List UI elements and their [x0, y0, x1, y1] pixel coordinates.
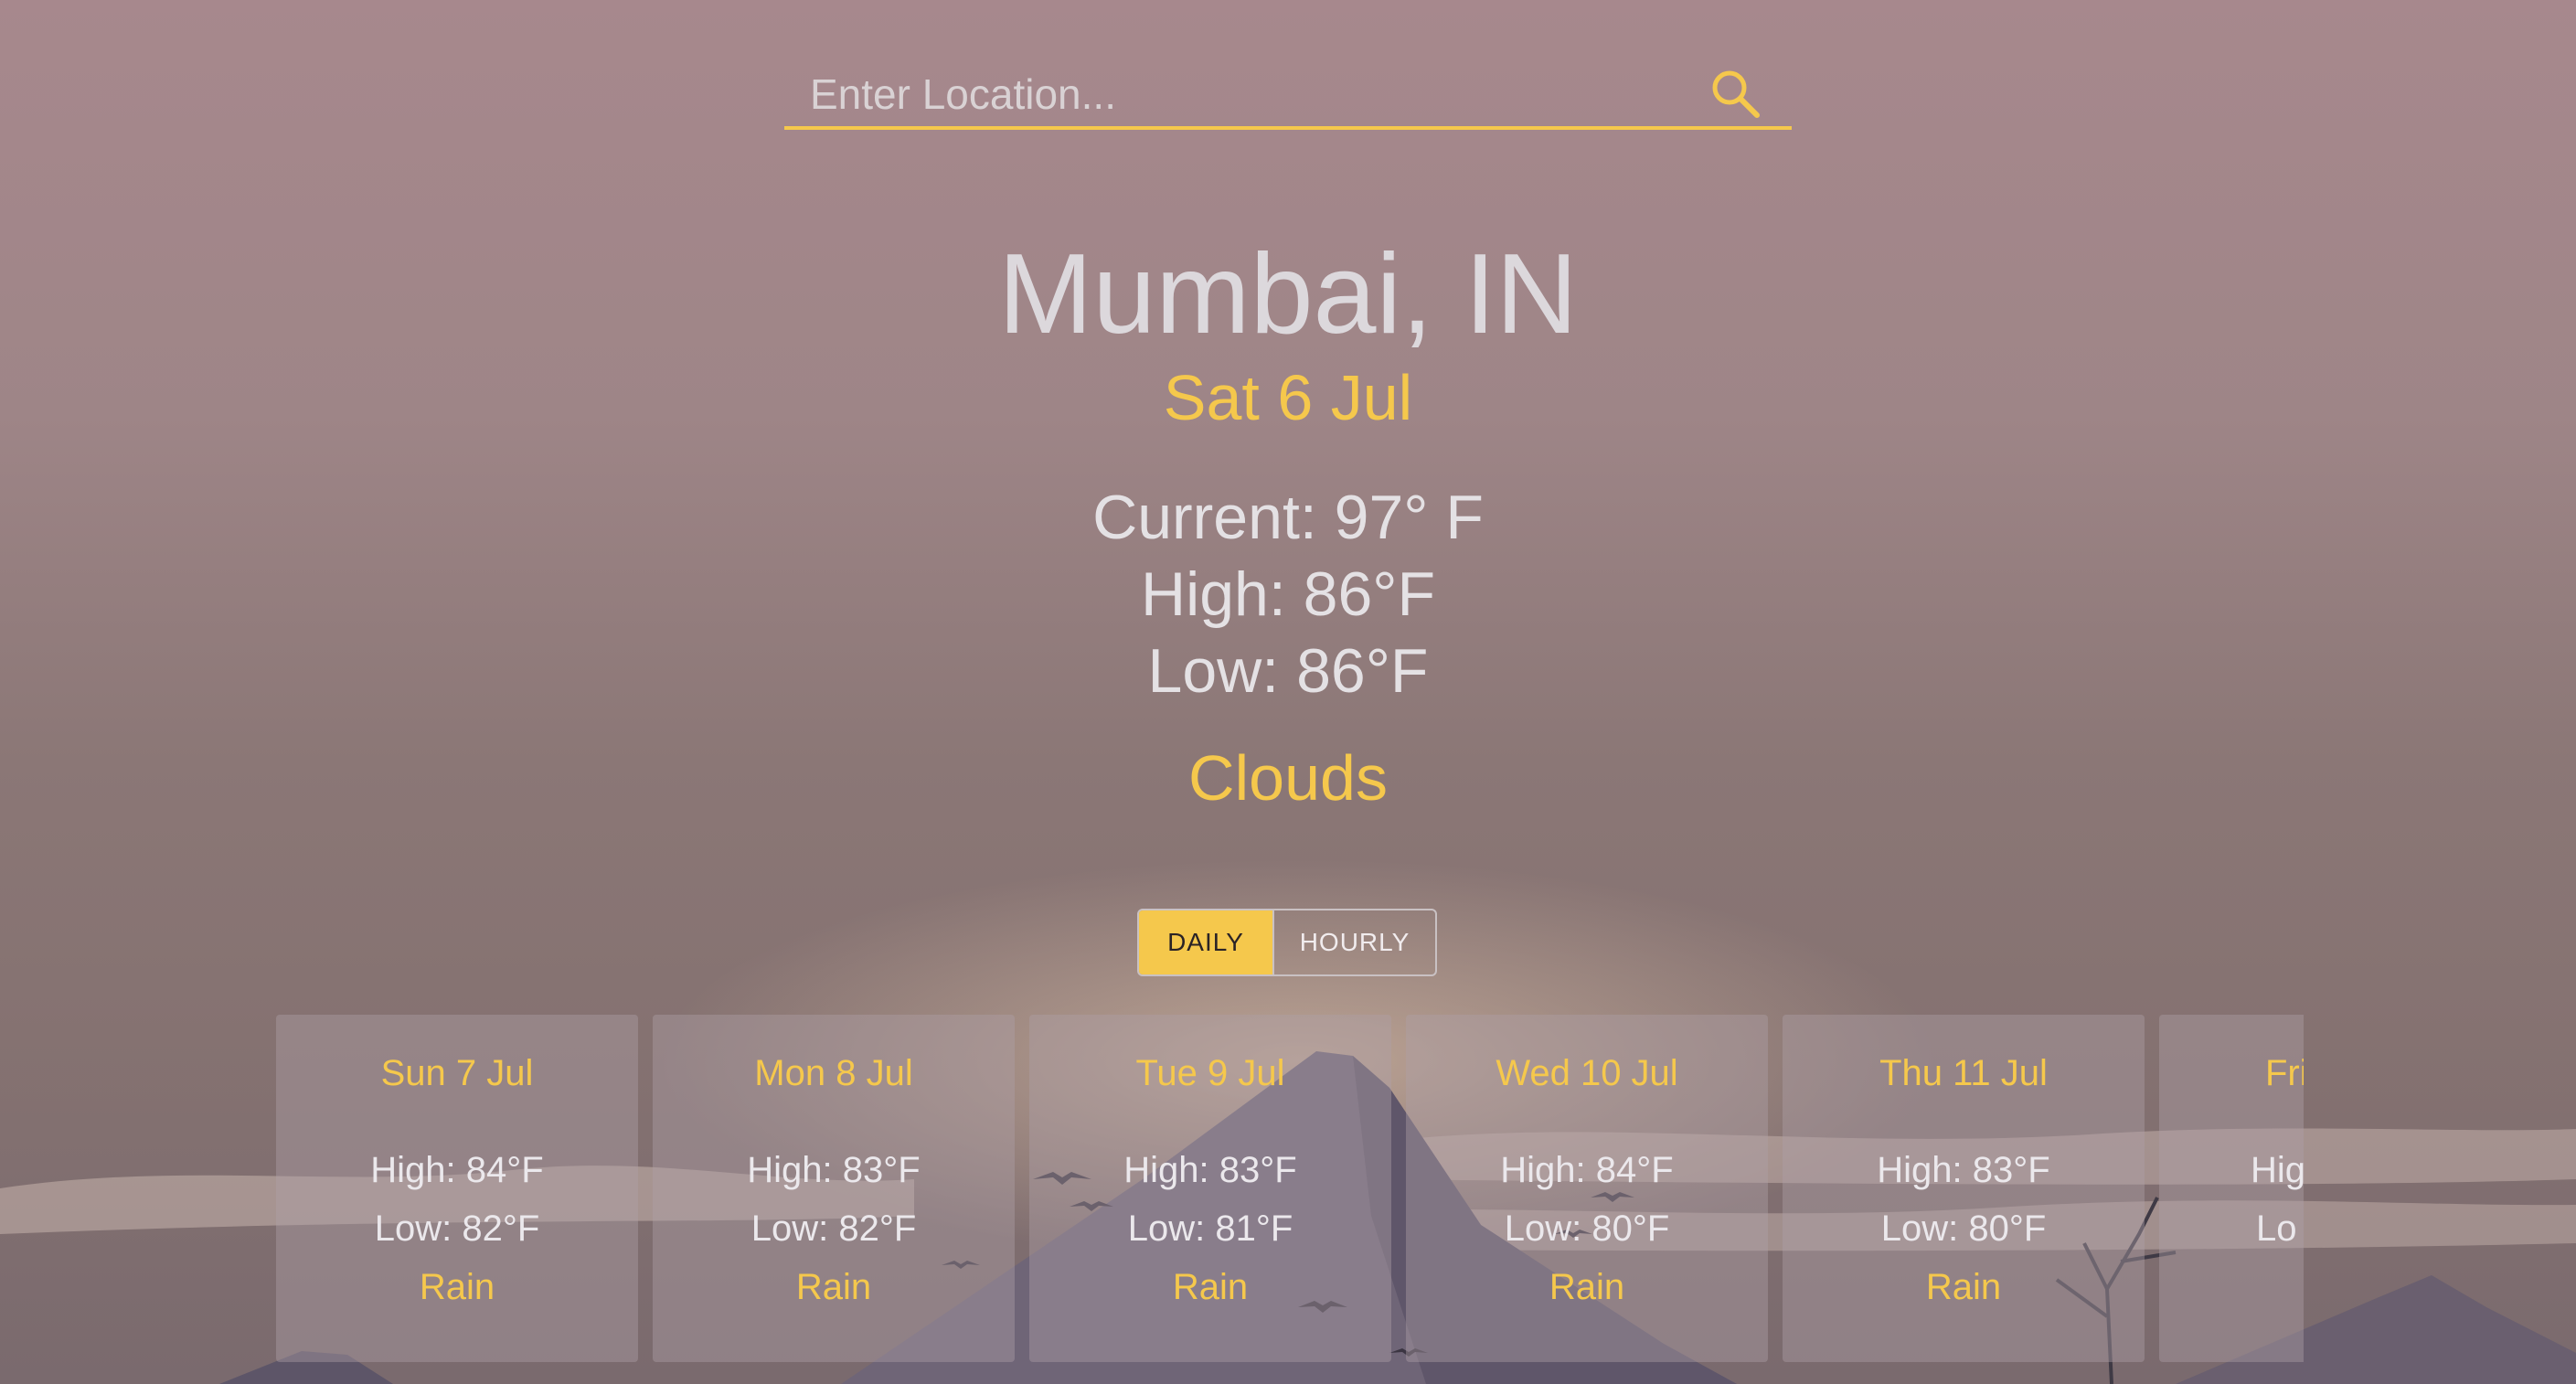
- weather-condition: Clouds: [1188, 742, 1388, 814]
- forecast-low: Low: 82°F: [750, 1208, 917, 1249]
- search-input[interactable]: [808, 66, 1680, 122]
- forecast-day: Wed 10 Jul: [1496, 1053, 1678, 1093]
- current-temperature: Current: 97° F: [1092, 483, 1484, 552]
- forecast-day: Sun 7 Jul: [380, 1053, 534, 1093]
- forecast-card[interactable]: Mon 8 Jul High: 83°F Low: 82°F Rain: [653, 1015, 1015, 1362]
- forecast-card[interactable]: Sun 7 Jul High: 84°F Low: 82°F Rain: [276, 1015, 638, 1362]
- forecast-day: Mon 8 Jul: [754, 1053, 913, 1093]
- forecast-high: High: 83°F: [1123, 1150, 1297, 1190]
- search-bar: [784, 57, 1792, 130]
- current-date: Sat 6 Jul: [1163, 362, 1413, 433]
- forecast-low: Low: 80°F: [1504, 1208, 1670, 1249]
- hourly-toggle-button[interactable]: HOURLY: [1272, 910, 1435, 974]
- forecast-condition: Rain: [1925, 1267, 2002, 1307]
- forecast-high: High: 84°F: [1500, 1150, 1674, 1190]
- forecast-day: Tue 9 Jul: [1135, 1053, 1285, 1093]
- forecast-condition: Rain: [419, 1267, 495, 1307]
- forecast-condition: Rain: [795, 1267, 872, 1307]
- forecast-condition: Rain: [1549, 1267, 1625, 1307]
- forecast-day: Fri: [2265, 1053, 2304, 1093]
- forecast-card[interactable]: Tue 9 Jul High: 83°F Low: 81°F Rain: [1029, 1015, 1391, 1362]
- high-temperature: High: 86°F: [1140, 559, 1435, 629]
- city-name: Mumbai, IN: [998, 231, 1578, 357]
- forecast-toggle: DAILY HOURLY: [1137, 909, 1437, 976]
- forecast-day: Thu 11 Jul: [1879, 1053, 2048, 1093]
- forecast-high: High: 84°F: [370, 1150, 544, 1190]
- forecast-high: High: 83°F: [1877, 1150, 2050, 1190]
- forecast-cards[interactable]: Sun 7 Jul High: 84°F Low: 82°F Rain Mon …: [276, 1015, 2304, 1384]
- forecast-low: Low: 82°F: [374, 1208, 540, 1249]
- forecast-low: Low: 81°F: [1127, 1208, 1293, 1249]
- daily-toggle-button[interactable]: DAILY: [1139, 910, 1272, 974]
- forecast-high: High: 83°F: [747, 1150, 921, 1190]
- forecast-low: Low: 80°F: [1880, 1208, 2047, 1249]
- forecast-card[interactable]: Wed 10 Jul High: 84°F Low: 80°F Rain: [1406, 1015, 1768, 1362]
- forecast-condition: Rain: [1172, 1267, 1249, 1307]
- search-icon[interactable]: [1708, 66, 1762, 121]
- forecast-card[interactable]: Fri Hig Lo: [2159, 1015, 2304, 1362]
- forecast-high: Hig: [2251, 1150, 2304, 1190]
- low-temperature: Low: 86°F: [1147, 636, 1429, 706]
- forecast-card[interactable]: Thu 11 Jul High: 83°F Low: 80°F Rain: [1783, 1015, 2145, 1362]
- forecast-low: Lo: [2256, 1208, 2297, 1249]
